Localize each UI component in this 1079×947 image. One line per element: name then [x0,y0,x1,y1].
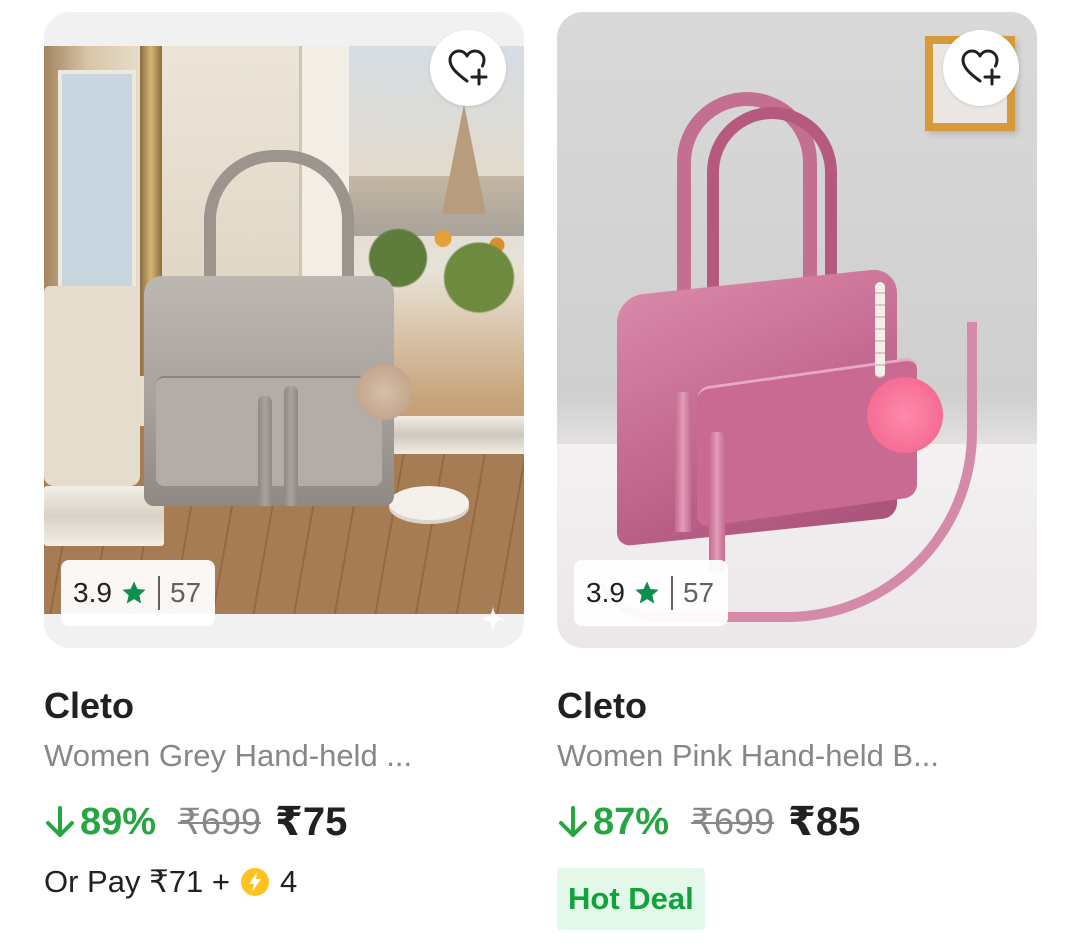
image-tassel [284,386,298,506]
arrow-down-icon [46,806,74,837]
image-eiffel-tower [442,104,486,214]
discount-percent: 87% [557,801,669,844]
selling-price: ₹85 [788,800,861,844]
discount-value: 87% [593,800,670,843]
product-card[interactable]: 3.9 57 Cleto Women Pink Hand-held B... 8… [557,12,1037,930]
image-pompom [867,377,943,453]
product-image-container[interactable]: 3.9 57 [557,12,1037,648]
star-icon [635,581,659,604]
arrow-down-icon [559,806,587,837]
rating-divider [157,576,160,610]
wishlist-button[interactable] [430,30,506,106]
product-image[interactable] [44,46,524,614]
image-pompom [356,364,412,420]
product-image-container[interactable]: 3.9 57 [44,12,524,648]
pay-with-coins: Or Pay ₹71 + 4 [44,862,524,902]
rating-badge: 3.9 57 [61,560,216,626]
product-card[interactable]: 3.9 57 Cleto Women Grey Hand-held ... 89… [44,12,524,902]
price-row: 87% ₹699 ₹85 [557,798,1037,846]
wishlist-button[interactable] [943,30,1019,106]
image-teacup [389,486,469,520]
rating-badge: 3.9 57 [574,560,729,626]
image-books [394,416,524,454]
rating-count: 57 [682,577,715,608]
star-icon [122,581,146,604]
rating-value: 3.9 [73,577,112,608]
product-title[interactable]: Women Pink Hand-held B... [557,738,1037,774]
image-window [58,70,136,290]
image-tassel [675,392,691,532]
price-row: 89% ₹699 ₹75 [44,798,524,846]
image-pearl-chain [875,282,885,378]
discount-percent: 89% [44,801,156,844]
product-brand: Cleto [557,685,647,726]
heart-plus-icon [961,49,1001,86]
heart-plus-icon [448,49,488,86]
supercoin-lightning-icon [241,868,269,896]
product-title[interactable]: Women Grey Hand-held ... [44,738,524,774]
rating-count: 57 [169,577,202,608]
product-brand: Cleto [44,685,134,726]
hot-deal-badge: Hot Deal [557,868,705,930]
rating-value: 3.9 [586,577,625,608]
discount-value: 89% [80,800,157,843]
coin-count: 4 [280,864,298,899]
image-tassel [258,396,272,506]
selling-price: ₹75 [275,800,348,844]
image-tote-bag [44,286,140,486]
image-tassel [709,432,725,572]
sparkle-icon [480,606,506,632]
original-price: ₹699 [178,801,262,842]
pay-with-coins-label: Or Pay ₹71 + [44,864,230,899]
rating-divider [670,576,673,610]
original-price: ₹699 [691,801,775,842]
